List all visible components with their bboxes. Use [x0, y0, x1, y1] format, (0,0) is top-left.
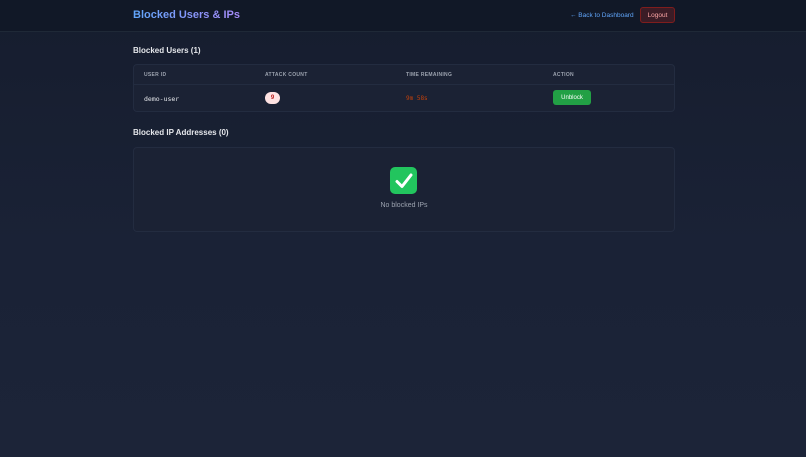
blocked-users-heading: Blocked Users (1) [133, 46, 201, 55]
column-header-action: ACTION [553, 72, 574, 78]
time-remaining-cell: 9m 58s [406, 95, 428, 102]
blocked-users-table: USER ID ATTACK COUNT TIME REMAINING ACTI… [133, 64, 675, 112]
check-mark-icon [390, 167, 417, 194]
column-header-time-remaining: TIME REMAINING [406, 72, 453, 78]
attack-count-badge: 9 [265, 92, 280, 104]
user-id-cell: demo-user [144, 95, 180, 103]
page-title: Blocked Users & IPs [133, 9, 240, 21]
blocked-ips-heading: Blocked IP Addresses (0) [133, 128, 229, 137]
unblock-button[interactable]: Unblock [553, 90, 591, 105]
back-to-dashboard-link[interactable]: ← Back to Dashboard [570, 12, 634, 19]
top-bar: Blocked Users & IPs ← Back to Dashboard … [0, 0, 806, 32]
column-header-user-id: USER ID [144, 72, 167, 78]
column-header-attack-count: ATTACK COUNT [265, 72, 308, 78]
blocked-ips-panel: No blocked IPs [133, 147, 675, 232]
empty-state-text: No blocked IPs [380, 202, 428, 209]
logout-button[interactable]: Logout [640, 7, 675, 23]
header-divider [134, 84, 674, 85]
